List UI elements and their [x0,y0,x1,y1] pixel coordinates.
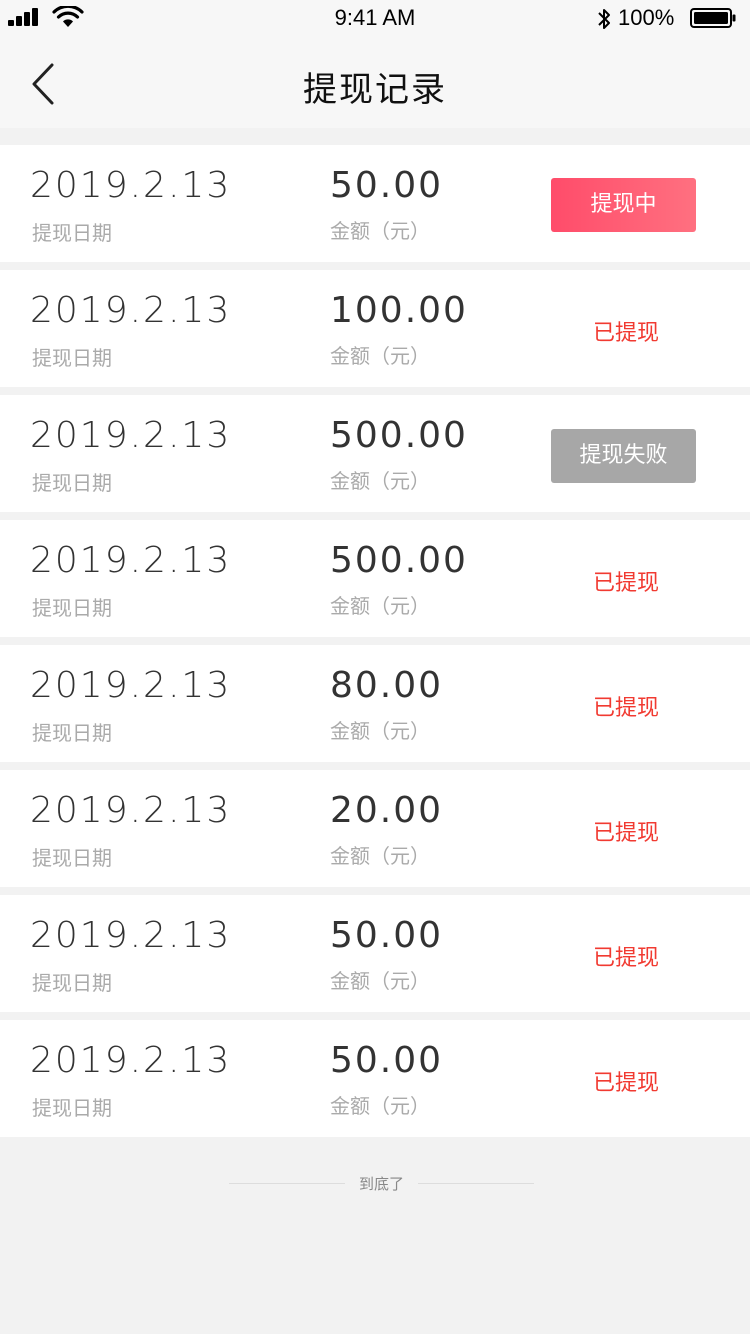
record-amount: 50.00 [330,165,444,206]
record-amount: 20.00 [330,790,444,831]
status-text-done: 已提现 [592,1071,659,1096]
status-text-done: 已提现 [592,321,659,346]
withdrawal-record-list: 2019.2.13 提现日期 50.00 金额（元） 提现中 2019.2.13… [0,145,750,1145]
amount-label: 金额（元） [330,969,430,993]
date-label: 提现日期 [32,471,112,495]
record-amount: 500.00 [330,415,468,456]
record-amount: 80.00 [330,665,444,706]
battery-percent: 100% [618,5,675,30]
list-item[interactable]: 2019.2.13 提现日期 50.00 金额（元） 已提现 [0,1020,750,1137]
list-item[interactable]: 2019.2.13 提现日期 100.00 金额（元） 已提现 [0,270,750,387]
date-label: 提现日期 [32,1096,112,1120]
record-amount: 100.00 [330,290,468,331]
page-title: 提现记录 [303,70,447,110]
amount-label: 金额（元） [330,719,430,743]
record-date: 2019.2.13 [30,415,232,456]
divider [418,1183,534,1184]
status-text-done: 已提现 [592,696,659,721]
end-of-list-footer: 到底了 [0,1170,750,1198]
amount-label: 金额（元） [330,844,430,868]
list-item[interactable]: 2019.2.13 提现日期 50.00 金额（元） 已提现 [0,895,750,1012]
amount-label: 金额（元） [330,344,430,368]
record-amount: 50.00 [330,915,444,956]
date-label: 提现日期 [32,846,112,870]
date-label: 提现日期 [32,971,112,995]
record-date: 2019.2.13 [30,540,232,581]
record-date: 2019.2.13 [30,665,232,706]
battery-icon [690,8,736,28]
amount-label: 金额（元） [330,594,430,618]
status-text-done: 已提现 [592,946,659,971]
date-label: 提现日期 [32,221,112,245]
status-badge-failed[interactable]: 提现失败 [551,429,696,483]
record-date: 2019.2.13 [30,290,232,331]
date-label: 提现日期 [32,346,112,370]
record-amount: 500.00 [330,540,468,581]
list-item[interactable]: 2019.2.13 提现日期 80.00 金额（元） 已提现 [0,645,750,762]
record-date: 2019.2.13 [30,915,232,956]
record-date: 2019.2.13 [30,165,232,206]
list-item[interactable]: 2019.2.13 提现日期 500.00 金额（元） 已提现 [0,520,750,637]
record-date: 2019.2.13 [30,790,232,831]
status-text-done: 已提现 [592,571,659,596]
date-label: 提现日期 [32,596,112,620]
record-amount: 50.00 [330,1040,444,1081]
amount-label: 金额（元） [330,469,430,493]
record-date: 2019.2.13 [30,1040,232,1081]
list-item[interactable]: 2019.2.13 提现日期 50.00 金额（元） 提现中 [0,145,750,262]
status-text-done: 已提现 [592,821,659,846]
status-bar: 9:41 AM 100% [0,0,750,40]
date-label: 提现日期 [32,721,112,745]
list-item[interactable]: 2019.2.13 提现日期 20.00 金额（元） 已提现 [0,770,750,887]
bluetooth-icon [598,9,610,29]
status-badge-pending[interactable]: 提现中 [551,178,696,232]
navigation-bar: 提现记录 [0,40,750,128]
amount-label: 金额（元） [330,1094,430,1118]
end-of-list-text: 到底了 [358,1175,404,1193]
amount-label: 金额（元） [330,219,430,243]
divider [229,1183,345,1184]
list-item[interactable]: 2019.2.13 提现日期 500.00 金额（元） 提现失败 [0,395,750,512]
